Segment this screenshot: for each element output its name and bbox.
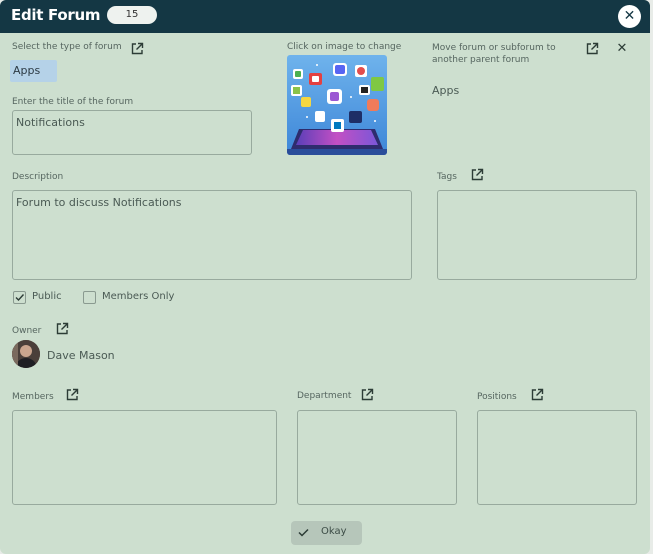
clear-parent-forum-icon[interactable]: ✕ xyxy=(615,42,629,56)
move-forum-label-line1: Move forum or subforum to xyxy=(432,43,556,53)
members-label: Members xyxy=(12,392,54,402)
checkmark-icon xyxy=(15,294,25,302)
close-icon: ✕ xyxy=(623,8,636,24)
forum-type-external-link-icon[interactable] xyxy=(130,42,144,56)
tags-label: Tags xyxy=(437,172,457,182)
image-label: Click on image to change xyxy=(287,42,402,52)
okay-label: Okay xyxy=(321,526,347,537)
positions-label: Positions xyxy=(477,392,517,402)
members-external-link-icon[interactable] xyxy=(65,388,79,402)
tags-field[interactable] xyxy=(437,190,637,280)
close-button[interactable]: ✕ xyxy=(618,5,641,28)
owner-external-link-icon[interactable] xyxy=(55,322,69,336)
move-forum-label-line2: another parent forum xyxy=(432,55,530,65)
edit-forum-dialog: Edit Forum 15 ✕ Select the type of forum… xyxy=(0,0,650,554)
owner-avatar xyxy=(12,340,40,368)
department-external-link-icon[interactable] xyxy=(360,388,374,402)
count-badge: 15 xyxy=(107,6,157,24)
members-only-checkbox[interactable] xyxy=(83,291,96,304)
public-checkbox[interactable] xyxy=(13,291,26,304)
department-label: Department xyxy=(297,391,352,401)
title-label: Enter the title of the forum xyxy=(12,97,134,107)
checkmark-icon xyxy=(298,528,309,537)
dialog-title: Edit Forum xyxy=(11,6,101,24)
dialog-titlebar: Edit Forum 15 ✕ xyxy=(0,0,650,33)
forum-type-chip[interactable]: Apps xyxy=(10,60,57,82)
members-field[interactable] xyxy=(12,410,277,505)
forum-type-label: Select the type of forum xyxy=(12,42,122,52)
members-only-label: Members Only xyxy=(102,291,175,302)
positions-external-link-icon[interactable] xyxy=(530,388,544,402)
department-field[interactable] xyxy=(297,410,457,505)
owner-label: Owner xyxy=(12,326,42,336)
parent-forum-value: Apps xyxy=(432,84,460,97)
title-input[interactable]: Notifications xyxy=(12,110,252,155)
description-label: Description xyxy=(12,172,64,182)
public-label: Public xyxy=(32,291,62,302)
tags-external-link-icon[interactable] xyxy=(470,168,484,182)
apps-illustration xyxy=(287,55,387,155)
owner-name: Dave Mason xyxy=(47,349,115,362)
okay-button[interactable]: Okay xyxy=(291,521,362,545)
positions-field[interactable] xyxy=(477,410,637,505)
description-textarea[interactable]: Forum to discuss Notifications xyxy=(12,190,412,280)
forum-image[interactable] xyxy=(287,55,387,155)
move-forum-external-link-icon[interactable] xyxy=(585,42,599,56)
